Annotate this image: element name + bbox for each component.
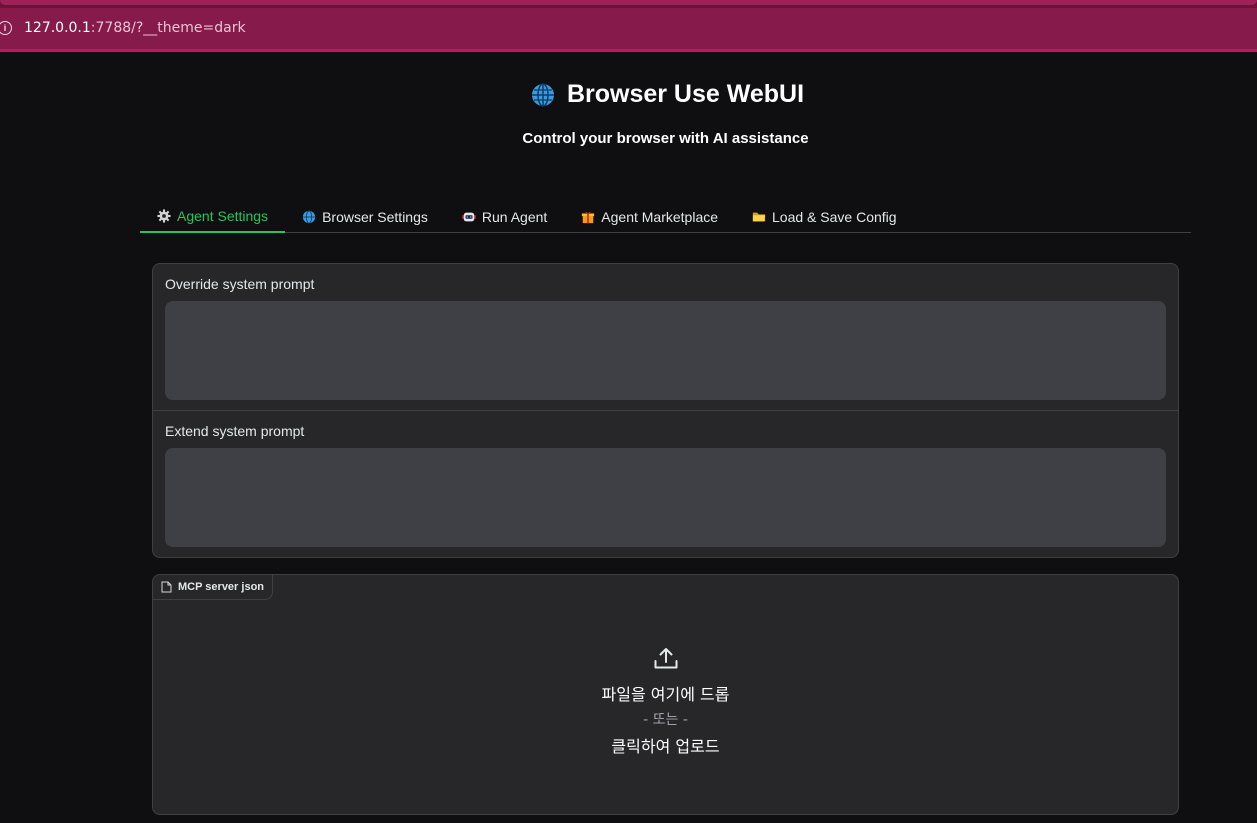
extend-prompt-input[interactable] bbox=[165, 448, 1166, 547]
tab-load-save-config[interactable]: Load & Save Config bbox=[735, 200, 914, 233]
globe-icon bbox=[302, 209, 316, 224]
override-prompt-label: Override system prompt bbox=[165, 276, 315, 292]
tab-label: Run Agent bbox=[481, 208, 548, 225]
drop-text: 파일을 여기에 드롭 bbox=[601, 685, 730, 704]
page-title: Browser Use WebUI bbox=[0, 80, 1257, 109]
page-title-text: Browser Use WebUI bbox=[566, 80, 805, 108]
url-text[interactable]: 127.0.0.1:7788/?__theme=dark bbox=[24, 20, 246, 36]
robot-icon bbox=[462, 212, 476, 221]
gift-icon bbox=[582, 211, 595, 223]
upload-label-text: MCP server json bbox=[178, 581, 265, 593]
tab-label: Agent Settings bbox=[177, 207, 269, 224]
tab-label: Browser Settings bbox=[322, 208, 428, 225]
override-prompt-input[interactable] bbox=[165, 301, 1166, 400]
file-drop-zone[interactable]: 파일을 여기에 드롭 - 또는 - 클릭하여 업로드 bbox=[153, 645, 1178, 757]
gear-icon bbox=[157, 208, 171, 223]
upload-label: MCP server json bbox=[153, 575, 274, 600]
tab-label: Agent Marketplace bbox=[601, 208, 719, 225]
tab-bar: Agent Settings Browser Settings Run Agen… bbox=[140, 200, 1191, 233]
globe-icon bbox=[531, 82, 554, 107]
mcp-upload-panel: MCP server json 파일을 여기에 드롭 - 또는 - 클릭하여 업… bbox=[152, 574, 1179, 815]
browser-tabstrip bbox=[0, 0, 1257, 8]
url-host: 127.0.0.1 bbox=[24, 20, 91, 36]
address-bar[interactable]: i 127.0.0.1:7788/?__theme=dark bbox=[0, 12, 1257, 44]
tab-run-agent[interactable]: Run Agent bbox=[445, 200, 564, 233]
site-info-icon[interactable]: i bbox=[0, 21, 12, 35]
file-icon bbox=[161, 581, 172, 593]
click-upload-text: 클릭하여 업로드 bbox=[611, 737, 720, 756]
page-subtitle: Control your browser with AI assistance bbox=[522, 130, 809, 147]
browser-tab[interactable] bbox=[0, 0, 1257, 5]
tab-label: Load & Save Config bbox=[772, 208, 897, 225]
system-prompt-panel: Override system prompt Extend system pro… bbox=[152, 263, 1179, 558]
extend-prompt-label: Extend system prompt bbox=[165, 423, 305, 439]
upload-icon bbox=[654, 648, 677, 669]
tab-agent-settings[interactable]: Agent Settings bbox=[140, 200, 286, 233]
browser-toolbar: i 127.0.0.1:7788/?__theme=dark bbox=[0, 0, 1257, 52]
url-path: :7788/?__theme=dark bbox=[90, 20, 246, 36]
tab-agent-marketplace[interactable]: Agent Marketplace bbox=[564, 200, 735, 233]
page: Browser Use WebUI Control your browser w… bbox=[0, 52, 1257, 823]
tab-browser-settings[interactable]: Browser Settings bbox=[285, 200, 445, 233]
panel-divider bbox=[153, 410, 1178, 411]
folder-icon bbox=[752, 212, 766, 221]
or-text: - 또는 - bbox=[643, 712, 688, 728]
